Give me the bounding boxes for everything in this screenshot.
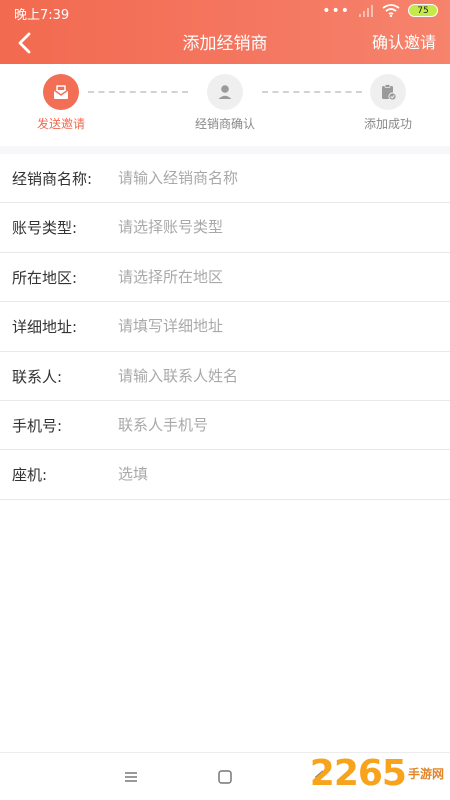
menu-icon <box>125 772 137 782</box>
progress-steps: 发送邀请 经销商确认 添加成功 <box>0 64 450 146</box>
confirm-invite-button[interactable]: 确认邀请 <box>372 29 436 53</box>
step-add-success: 添加成功 <box>338 74 438 132</box>
phone-input[interactable] <box>118 408 438 441</box>
address-label: 详细地址: <box>12 318 78 337</box>
back-button[interactable] <box>12 28 40 58</box>
step-label: 发送邀请 <box>36 117 85 131</box>
address-input[interactable] <box>118 310 438 343</box>
form-row-region[interactable]: 所在地区: <box>0 253 450 303</box>
battery-icon: 75 <box>408 4 438 17</box>
account-type-select[interactable] <box>118 211 438 244</box>
phone-label: 手机号: <box>12 416 63 435</box>
more-dots-icon: ••• <box>322 2 350 19</box>
wifi-icon <box>382 4 400 17</box>
signal-icon <box>359 4 373 17</box>
landline-label: 座机: <box>12 466 48 485</box>
dealer-name-input[interactable] <box>118 162 438 194</box>
step-label: 经销商确认 <box>194 117 255 131</box>
home-square-icon <box>218 770 232 784</box>
system-nav-bar: 2265 手游网 <box>0 752 450 800</box>
chevron-left-icon <box>18 32 31 54</box>
home-button[interactable] <box>212 767 238 787</box>
app-header: 晚上7:39 ••• 75 添加经销商 确认邀请 <box>0 0 450 64</box>
mail-icon <box>53 85 69 99</box>
watermark-text: 手游网 <box>407 767 444 781</box>
landline-input[interactable] <box>118 458 438 491</box>
watermark-logo: 2265 手游网 <box>310 753 444 794</box>
form-row-address: 详细地址: <box>0 302 450 352</box>
watermark-number: 2265 <box>309 753 407 794</box>
section-divider <box>0 146 450 154</box>
step-dealer-confirm: 经销商确认 <box>175 74 275 132</box>
region-select[interactable] <box>118 260 438 293</box>
person-icon <box>218 85 232 99</box>
contact-label: 联系人: <box>12 367 63 386</box>
dealer-name-label: 经销商名称: <box>12 170 93 188</box>
form-row-contact: 联系人: <box>0 352 450 401</box>
clipboard-check-icon <box>382 84 397 101</box>
status-icons: ••• 75 <box>322 2 438 19</box>
form-row-account-type[interactable]: 账号类型: <box>0 203 450 253</box>
status-bar: 晚上7:39 ••• 75 <box>0 0 450 24</box>
form-row-dealer-name: 经销商名称: <box>0 154 450 204</box>
nav-bar: 添加经销商 确认邀请 <box>0 24 450 64</box>
form-row-phone: 手机号: <box>0 401 450 451</box>
region-label: 所在地区: <box>12 268 78 287</box>
menu-button[interactable] <box>118 767 144 787</box>
account-type-label: 账号类型: <box>12 219 78 238</box>
dealer-form: 经销商名称: 账号类型: 所在地区: 详细地址: 联系人: 手机号: 座机: <box>0 154 450 500</box>
step-send-invite: 发送邀请 <box>11 74 111 132</box>
contact-name-input[interactable] <box>118 359 438 392</box>
form-row-landline: 座机: <box>0 450 450 500</box>
step-label: 添加成功 <box>363 117 412 131</box>
status-time: 晚上7:39 <box>14 8 70 23</box>
